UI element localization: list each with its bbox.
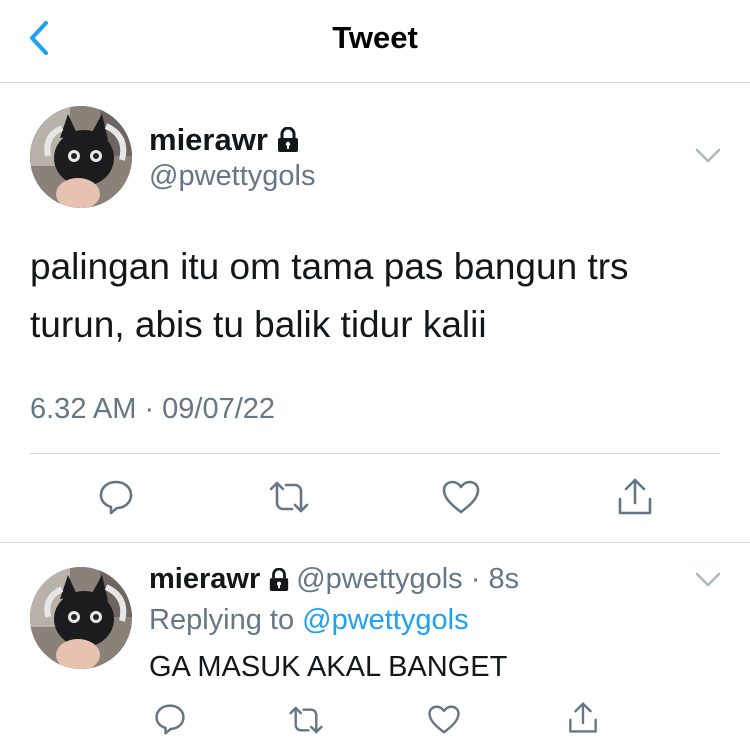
page-title: Tweet xyxy=(332,20,418,55)
author-handle[interactable]: @pwettygols xyxy=(296,563,462,596)
share-icon[interactable] xyxy=(616,477,654,517)
lock-icon xyxy=(270,567,289,591)
retweet-icon[interactable] xyxy=(268,479,310,515)
meta-separator: · xyxy=(462,563,489,595)
author-name-row: mierawr xyxy=(149,122,300,158)
reply-author-row: mierawr @pwettygols · 8s xyxy=(149,563,519,596)
reply-icon[interactable] xyxy=(97,478,135,516)
reply-icon[interactable] xyxy=(153,702,187,736)
like-icon[interactable] xyxy=(441,479,481,515)
display-name[interactable]: mierawr xyxy=(149,122,268,158)
like-icon[interactable] xyxy=(427,704,461,735)
reply-text: GA MASUK AKAL BANGET xyxy=(149,651,508,683)
share-icon[interactable] xyxy=(567,701,599,735)
mention-link[interactable]: @pwettygols xyxy=(302,604,468,636)
tweet-text-line: turun, abis tu balik tidur kalii xyxy=(30,304,487,345)
lock-icon xyxy=(277,127,298,152)
tweet-text-line: palingan itu om tama pas bangun trs xyxy=(30,246,629,287)
tweet-text: palingan itu om tama pas bangun trs turu… xyxy=(30,238,720,354)
nav-header: Tweet xyxy=(0,0,750,83)
avatar[interactable] xyxy=(30,106,132,208)
author-handle[interactable]: @pwettygols xyxy=(149,160,315,193)
divider xyxy=(0,542,750,543)
replying-to: Replying to @pwettygols xyxy=(149,604,469,637)
display-name[interactable]: mierawr xyxy=(149,563,260,596)
replying-prefix: Replying to xyxy=(149,604,303,636)
chevron-down-icon[interactable] xyxy=(694,571,722,589)
divider xyxy=(30,453,720,454)
tweet-timestamp[interactable]: 6.32 AM · 09/07/22 xyxy=(30,393,275,426)
avatar[interactable] xyxy=(30,567,132,669)
tweet-age: 8s xyxy=(488,563,520,595)
chevron-down-icon[interactable] xyxy=(694,147,722,165)
retweet-icon[interactable] xyxy=(288,704,324,736)
